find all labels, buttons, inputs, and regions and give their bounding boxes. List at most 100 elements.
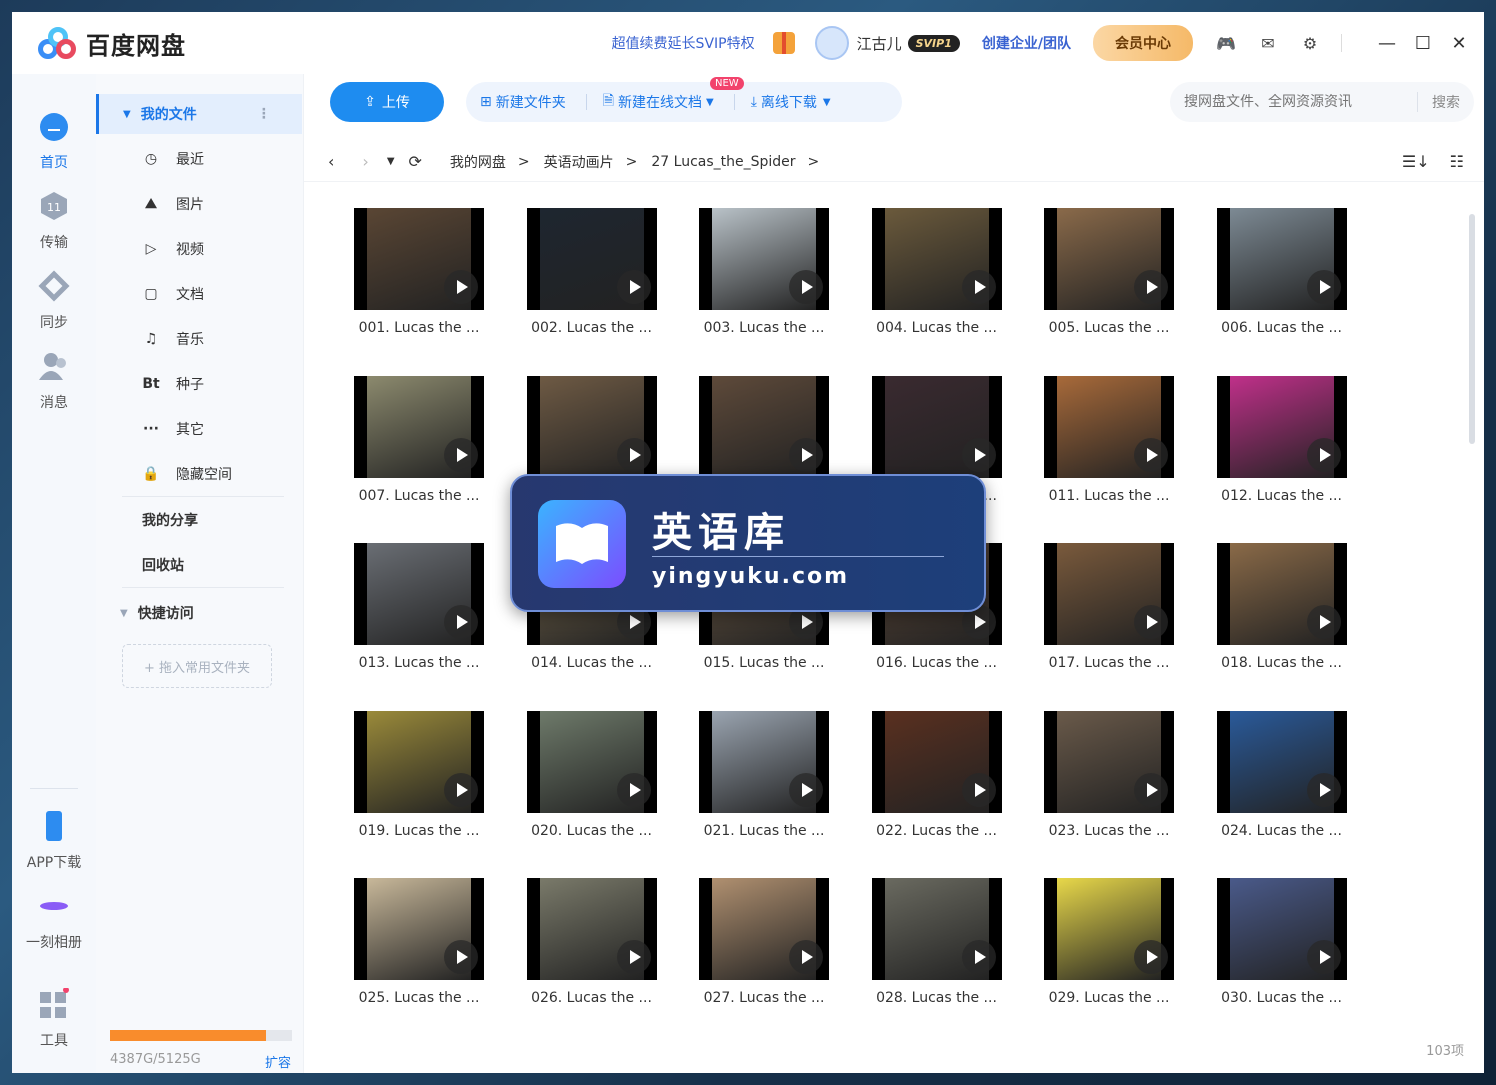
video-thumbnail[interactable] [1044,208,1174,310]
play-icon[interactable] [1306,270,1341,304]
expand-storage-link[interactable]: 扩容 [265,1052,291,1071]
video-thumbnail[interactable] [1216,710,1347,813]
back-arrow-icon[interactable]: ‹ [328,152,334,171]
video-thumbnail[interactable] [354,375,484,478]
file-item[interactable]: 017. Lucas the ... [1032,543,1182,703]
sidebar-item-quick-access[interactable]: ▼ 快捷访问 [96,593,302,633]
play-icon[interactable] [444,437,478,472]
play-icon[interactable] [789,437,823,472]
play-icon[interactable] [1134,270,1168,304]
video-thumbnail[interactable] [1044,543,1174,645]
play-icon[interactable] [1306,940,1341,974]
play-icon[interactable] [789,940,823,974]
play-icon[interactable] [961,437,996,472]
create-enterprise-link[interactable]: 创建企业/团队 [982,33,1071,53]
sidebar-item-5[interactable]: Bt 种子 [96,364,302,404]
video-thumbnail[interactable] [526,375,657,478]
video-thumbnail[interactable] [871,878,1002,980]
video-thumbnail[interactable] [526,878,657,980]
rail-item-sync[interactable]: 同步 [12,270,96,332]
play-icon[interactable] [961,940,996,974]
rail-item-album[interactable]: 一刻相册 [12,890,96,952]
file-item[interactable]: 007. Lucas the ... [342,375,492,536]
sidebar-item-1[interactable]: ⛰ 图片 [96,184,302,224]
play-icon[interactable] [444,270,478,304]
play-icon[interactable] [789,772,823,807]
play-icon[interactable] [1134,605,1168,639]
list-view-icon[interactable]: ☷ [1450,152,1464,171]
file-item[interactable]: 027. Lucas the ... [687,878,837,1038]
sidebar-item-7[interactable]: 🔒 隐藏空间 [96,454,302,494]
play-icon[interactable] [444,605,478,639]
file-item[interactable]: 012. Lucas the ... [1205,375,1355,536]
play-icon[interactable] [616,270,651,304]
sidebar-item-0[interactable]: ◷ 最近 [96,139,302,179]
play-icon[interactable] [1306,772,1341,807]
file-item[interactable]: 028. Lucas the ... [860,878,1010,1038]
play-icon[interactable] [616,772,651,807]
video-thumbnail[interactable] [699,878,829,980]
new-folder-button[interactable]: ⊞ 新建文件夹 [480,92,566,112]
sidebar-item-6[interactable]: ··· 其它 [96,409,302,449]
offline-download-button[interactable]: ⤓ 离线下载 ▼ [751,92,831,112]
avatar[interactable] [814,26,849,60]
video-thumbnail[interactable] [354,543,484,645]
file-item[interactable]: 006. Lucas the ... [1205,208,1355,368]
video-thumbnail[interactable] [1216,208,1347,310]
file-item[interactable]: 029. Lucas the ... [1032,878,1182,1038]
breadcrumb-item[interactable]: 我的网盘 [450,152,506,172]
video-thumbnail[interactable] [1044,375,1174,478]
scrollbar-thumb[interactable] [1469,214,1475,444]
file-item[interactable]: 025. Lucas the ... [342,878,492,1038]
file-item[interactable]: 011. Lucas the ... [1032,375,1182,536]
file-item[interactable]: 023. Lucas the ... [1032,710,1182,871]
video-thumbnail[interactable] [1044,878,1174,980]
mail-icon[interactable]: ✉ [1257,32,1279,54]
video-thumbnail[interactable] [699,375,829,478]
gift-icon[interactable] [772,32,795,54]
video-thumbnail[interactable] [354,208,484,310]
video-thumbnail[interactable] [526,710,657,813]
play-icon[interactable] [961,772,996,807]
play-icon[interactable] [444,772,478,807]
scrollbar[interactable] [1468,198,1476,1028]
play-icon[interactable] [1306,605,1341,639]
gamepad-icon[interactable]: 🎮 [1215,32,1237,54]
play-icon[interactable] [616,437,651,472]
video-thumbnail[interactable] [871,710,1002,813]
rail-item-tools[interactable]: 工具 [12,987,96,1050]
breadcrumb-item[interactable]: 英语动画片 [544,152,614,172]
search-input[interactable] [1170,94,1417,110]
close-button[interactable]: ✕ [1450,33,1468,54]
file-item[interactable]: 026. Lucas the ... [515,878,665,1038]
rail-item-app-download[interactable]: APP下载 [12,810,96,872]
maximize-button[interactable]: ☐ [1414,33,1432,54]
file-item[interactable]: 019. Lucas the ... [342,710,492,871]
refresh-icon[interactable]: ⟳ [409,152,422,171]
search-button[interactable]: 搜索 [1417,92,1474,112]
file-item[interactable]: 002. Lucas the ... [515,208,665,368]
file-item[interactable]: 022. Lucas the ... [860,710,1010,871]
forward-arrow-icon[interactable]: › [362,152,368,171]
video-thumbnail[interactable] [354,710,484,813]
video-thumbnail[interactable] [699,208,829,310]
sort-icon[interactable]: ☰↓ [1402,152,1430,171]
vip-center-button[interactable]: 会员中心 [1093,25,1193,61]
breadcrumb-item[interactable]: 27 Lucas_the_Spider [651,154,795,170]
play-icon[interactable] [1134,772,1168,807]
upload-button[interactable]: ⇪ 上传 [330,82,444,122]
video-thumbnail[interactable] [1216,878,1347,980]
video-thumbnail[interactable] [526,208,657,310]
rail-item-home[interactable]: 首页 [12,110,96,172]
play-icon[interactable] [444,940,478,974]
play-icon[interactable] [1134,437,1168,472]
minimize-button[interactable]: — [1378,33,1396,54]
video-thumbnail[interactable] [1216,543,1347,645]
file-item[interactable]: 021. Lucas the ... [687,710,837,871]
file-item[interactable]: 018. Lucas the ... [1205,543,1355,703]
sidebar-item-my-share[interactable]: 我的分享 [96,500,302,540]
play-icon[interactable] [1306,437,1341,472]
sidebar-item-4[interactable]: ♫ 音乐 [96,319,302,359]
sidebar-item-my-files[interactable]: ▼ 我的文件 ⋮ [96,94,302,134]
play-icon[interactable] [1134,940,1168,974]
